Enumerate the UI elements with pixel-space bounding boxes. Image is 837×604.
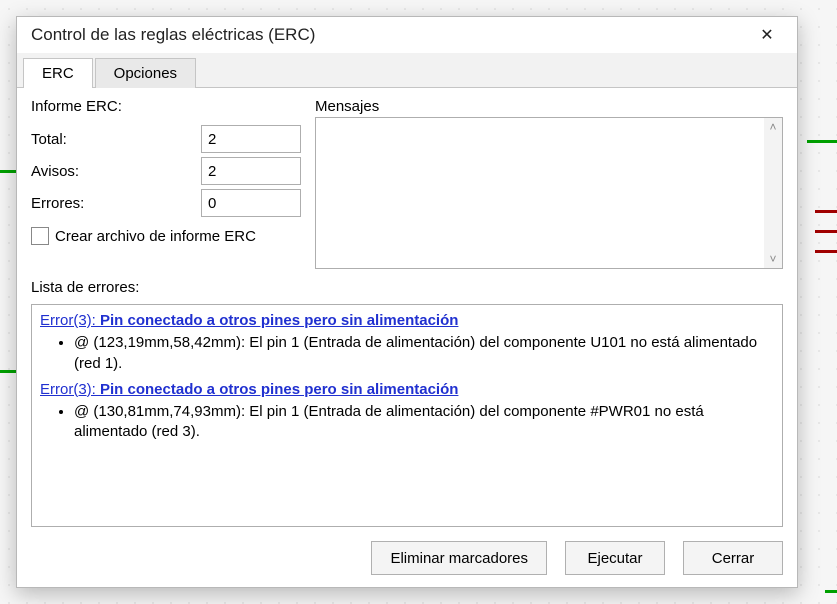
window-title: Control de las reglas eléctricas (ERC) <box>31 25 315 45</box>
errores-field[interactable] <box>201 189 301 217</box>
avisos-label: Avisos: <box>31 163 191 180</box>
run-button[interactable]: Ejecutar <box>565 541 665 575</box>
total-field[interactable] <box>201 125 301 153</box>
messages-label: Mensajes <box>315 98 783 115</box>
clear-markers-button[interactable]: Eliminar marcadores <box>371 541 547 575</box>
error-link-prefix: Error(3): <box>40 381 100 398</box>
close-icon: ✕ <box>760 25 773 45</box>
create-report-label: Crear archivo de informe ERC <box>55 228 256 245</box>
error-link-prefix: Error(3): <box>40 312 100 329</box>
close-button[interactable]: Cerrar <box>683 541 783 575</box>
tab-erc[interactable]: ERC <box>23 58 93 88</box>
scroll-down-icon: ˅ <box>764 250 782 268</box>
error-item: Error(3): Pin conectado a otros pines pe… <box>40 380 774 443</box>
avisos-field[interactable] <box>201 157 301 185</box>
dialog-erc: Control de las reglas eléctricas (ERC) ✕… <box>16 16 798 588</box>
report-group: Informe ERC: Total: Avisos: Errores: Cre… <box>31 98 301 269</box>
tab-strip: ERC Opciones <box>17 53 797 88</box>
error-link[interactable]: Error(3): Pin conectado a otros pines pe… <box>40 312 458 329</box>
messages-scrollbar[interactable]: ˄ ˅ <box>764 118 782 268</box>
error-detail: @ (123,19mm,58,42mm): El pin 1 (Entrada … <box>74 333 774 374</box>
errores-label: Errores: <box>31 195 191 212</box>
report-legend: Informe ERC: <box>31 98 301 115</box>
error-detail: @ (130,81mm,74,93mm): El pin 1 (Entrada … <box>74 402 774 443</box>
messages-group: Mensajes ˄ ˅ <box>315 98 783 269</box>
total-label: Total: <box>31 131 191 148</box>
titlebar: Control de las reglas eléctricas (ERC) ✕ <box>17 17 797 53</box>
error-list-box[interactable]: Error(3): Pin conectado a otros pines pe… <box>31 304 783 527</box>
error-list-label: Lista de errores: <box>31 279 783 296</box>
tab-opciones[interactable]: Opciones <box>95 58 196 88</box>
error-link-title: Pin conectado a otros pines pero sin ali… <box>100 312 458 329</box>
checkbox-icon <box>31 227 49 245</box>
window-close-button[interactable]: ✕ <box>745 20 789 50</box>
error-link[interactable]: Error(3): Pin conectado a otros pines pe… <box>40 381 458 398</box>
messages-textarea[interactable]: ˄ ˅ <box>315 117 783 269</box>
create-report-checkbox-row[interactable]: Crear archivo de informe ERC <box>31 227 301 245</box>
scroll-up-icon: ˄ <box>764 118 782 136</box>
error-item: Error(3): Pin conectado a otros pines pe… <box>40 311 774 374</box>
error-link-title: Pin conectado a otros pines pero sin ali… <box>100 381 458 398</box>
